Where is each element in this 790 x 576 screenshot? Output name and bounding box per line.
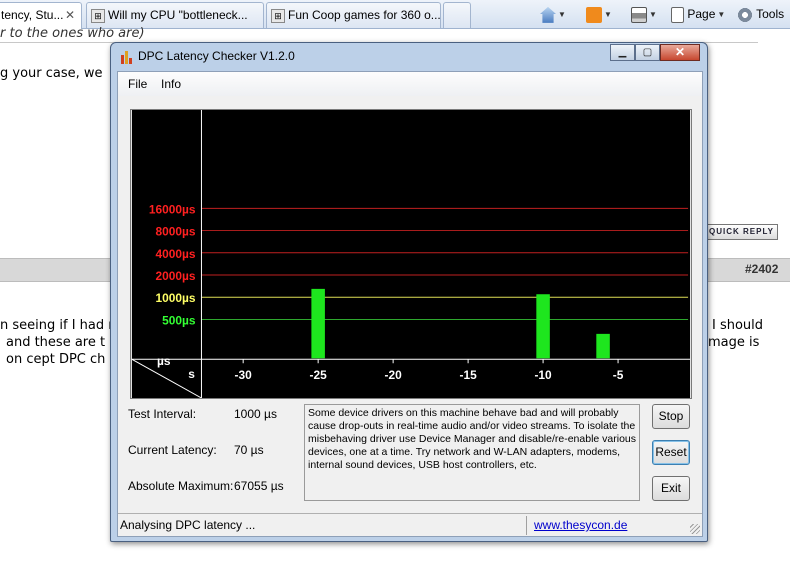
title-bar[interactable]: DPC Latency Checker V1.2.0 ▁ ▢ ✕ — [111, 43, 707, 71]
close-button[interactable]: ✕ — [660, 44, 700, 61]
home-button[interactable]: ▼ — [540, 4, 566, 24]
y-tick-label: 1000µs — [156, 291, 196, 305]
current-latency-label: Current Latency: — [128, 443, 217, 457]
tools-menu-button[interactable]: Tools — [737, 4, 784, 24]
window-client-area: File Info 16000µs 8000µs 4000µs 2000µs 1000µ… — [117, 71, 703, 537]
x-tick-label: -10 — [534, 368, 552, 382]
gear-icon — [737, 6, 753, 23]
reset-button[interactable]: Reset — [652, 440, 690, 465]
test-interval-value: 1000 µs — [234, 407, 277, 421]
stop-button[interactable]: Stop — [652, 404, 690, 429]
absolute-max-label: Absolute Maximum: — [128, 479, 234, 493]
post-number[interactable]: #2402 — [745, 262, 778, 276]
y-tick-label: 16000µs — [149, 202, 196, 216]
browser-tab-3[interactable]: ⊞ Fun Coop games for 360 o... — [266, 2, 441, 28]
tab-label: tency, Stu... — [1, 8, 64, 22]
browser-tab-1[interactable]: tency, Stu... ✕ — [0, 2, 82, 29]
x-unit-label: s — [188, 367, 195, 381]
chevron-down-icon: ▼ — [558, 9, 566, 19]
page-text-line: and these are t — [6, 335, 106, 350]
x-tick-label: -15 — [459, 368, 477, 382]
close-icon[interactable]: ✕ — [65, 3, 75, 27]
page-text-line: r to the ones who are) — [0, 26, 145, 41]
website-link[interactable]: www.thesycon.de — [534, 518, 627, 532]
page-menu-label: Page — [687, 7, 716, 21]
feeds-button[interactable]: ▼ — [586, 4, 612, 24]
status-bar: Analysing DPC latency ... www.thesycon.d… — [118, 513, 702, 536]
description-text: Some device drivers on this machine beha… — [304, 404, 640, 501]
page-text-line: n seeing if I had r — [0, 318, 114, 333]
home-icon — [540, 6, 556, 23]
minimize-icon: ▁ — [618, 47, 627, 58]
page-icon: ⊞ — [91, 8, 105, 23]
x-tick-label: -5 — [613, 368, 624, 382]
chevron-down-icon: ▼ — [649, 9, 657, 19]
chevron-down-icon: ▼ — [717, 9, 726, 19]
status-separator — [526, 516, 527, 535]
y-tick-label: 500µs — [162, 314, 196, 328]
maximize-icon: ▢ — [642, 47, 653, 58]
tools-menu-label: Tools — [756, 7, 785, 21]
page-text-line: g your case, we — [0, 66, 103, 81]
close-icon: ✕ — [674, 45, 686, 59]
y-unit-label: µs — [157, 354, 171, 368]
printer-icon — [631, 6, 647, 23]
page-icon: ⊞ — [271, 8, 285, 23]
menu-file[interactable]: File — [128, 77, 147, 91]
x-tick-label: -20 — [385, 368, 403, 382]
tab-label: Will my CPU "bottleneck... — [108, 8, 248, 22]
test-interval-label: Test Interval: — [128, 407, 197, 421]
window-title: DPC Latency Checker V1.2.0 — [138, 49, 295, 63]
chevron-down-icon: ▼ — [604, 9, 612, 19]
new-tab-button[interactable] — [443, 2, 471, 28]
exit-button[interactable]: Exit — [652, 476, 690, 501]
status-text: Analysing DPC latency ... — [120, 518, 256, 532]
y-tick-label: 2000µs — [156, 269, 196, 283]
latency-bar — [596, 333, 610, 359]
minimize-button[interactable]: ▁ — [610, 44, 635, 61]
browser-tab-bar: tency, Stu... ✕ ⊞ Will my CPU "bottleneck… — [0, 0, 790, 29]
current-latency-value: 70 µs — [234, 443, 264, 457]
tab-label: Fun Coop games for 360 o... — [288, 8, 441, 22]
menu-info[interactable]: Info — [161, 77, 181, 91]
page-icon — [671, 6, 684, 23]
rss-icon — [586, 6, 602, 23]
maximize-button[interactable]: ▢ — [635, 44, 660, 61]
quick-reply-button[interactable]: QUICK REPLY — [706, 224, 778, 240]
menu-bar: File Info — [118, 72, 702, 96]
x-tick-label: -30 — [235, 368, 253, 382]
app-bars-icon — [121, 51, 133, 64]
latency-chart: 16000µs 8000µs 4000µs 2000µs 1000µs 500µs µs s -… — [130, 109, 692, 399]
page-text-line: on cept DPC ch — [6, 352, 106, 367]
print-button[interactable]: ▼ — [631, 4, 657, 24]
x-tick-label: -25 — [310, 368, 328, 382]
y-tick-label: 8000µs — [156, 225, 196, 239]
latency-bar — [311, 288, 325, 359]
latency-bar — [536, 294, 550, 359]
absolute-max-value: 67055 µs — [234, 479, 284, 493]
dpc-latency-checker-window: DPC Latency Checker V1.2.0 ▁ ▢ ✕ File In… — [110, 42, 708, 542]
page-menu-button[interactable]: Page ▼ — [671, 4, 725, 24]
y-tick-label: 4000µs — [156, 247, 196, 261]
browser-tab-2[interactable]: ⊞ Will my CPU "bottleneck... — [86, 2, 264, 28]
resize-grip-icon[interactable] — [690, 524, 700, 534]
page-text-line: I should — [712, 318, 764, 333]
page-text-line: mage is — [708, 335, 760, 350]
